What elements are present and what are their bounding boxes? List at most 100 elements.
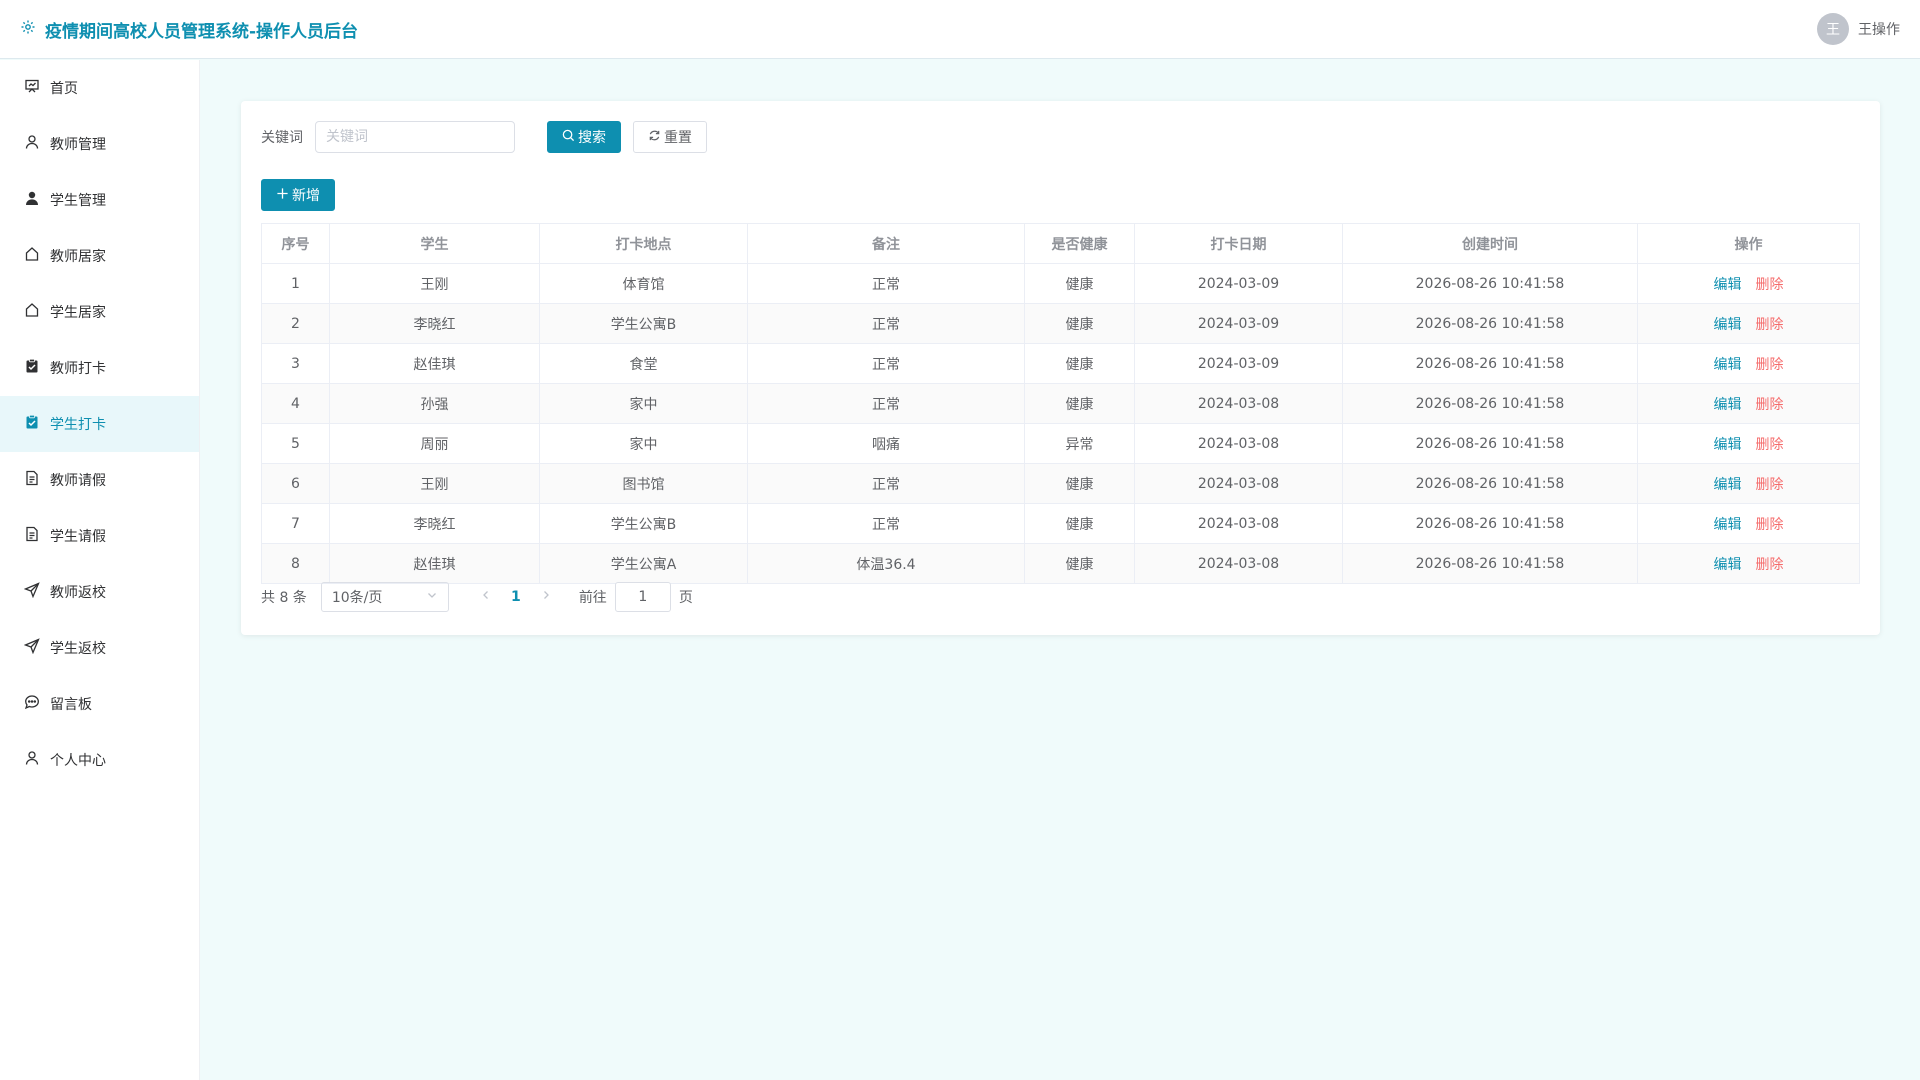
edit-button[interactable]: 编辑 (1714, 397, 1742, 413)
sidebar-item-student-return[interactable]: 学生返校 (0, 620, 199, 676)
row-actions: 编辑 删除 (1637, 503, 1860, 544)
sidebar-item-label: 留言板 (50, 697, 92, 713)
sidebar-item-label: 教师请假 (50, 473, 106, 489)
column-header: 创建时间 (1342, 223, 1638, 264)
table-row: 7 李晓红 学生公寓B 正常 健康 2024-03-08 2026-08-26 … (261, 503, 1860, 544)
column-header: 打卡地点 (539, 223, 748, 264)
sidebar-item-label: 教师管理 (50, 137, 106, 153)
sidebar-item-label: 学生请假 (50, 529, 106, 545)
sidebar-item-message-board[interactable]: 留言板 (0, 676, 199, 732)
reset-button[interactable]: 重置 (633, 121, 707, 153)
house-icon (24, 302, 40, 322)
next-page-button[interactable] (531, 589, 561, 605)
table-cell: 正常 (747, 463, 1025, 504)
user-outline-icon (24, 134, 40, 154)
edit-button[interactable]: 编辑 (1714, 277, 1742, 293)
send-icon (23, 638, 40, 658)
delete-button[interactable]: 删除 (1756, 517, 1784, 533)
column-header: 学生 (329, 223, 540, 264)
table-cell: 王刚 (329, 263, 540, 304)
table-cell: 学生公寓A (539, 543, 748, 584)
table-cell: 4 (261, 383, 330, 424)
app-brand: 疫情期间高校人员管理系统-操作人员后台 (20, 17, 358, 42)
delete-button[interactable]: 删除 (1756, 317, 1784, 333)
delete-button[interactable]: 删除 (1756, 277, 1784, 293)
goto-page-input[interactable] (614, 582, 671, 612)
table-cell: 体温36.4 (747, 543, 1025, 584)
page-number[interactable]: 1 (501, 589, 531, 605)
delete-button[interactable]: 删除 (1756, 397, 1784, 413)
search-icon (562, 129, 575, 146)
send-icon (23, 582, 40, 602)
goto-suffix: 页 (678, 590, 693, 606)
edit-button[interactable]: 编辑 (1714, 477, 1742, 493)
edit-button[interactable]: 编辑 (1714, 437, 1742, 453)
edit-button[interactable]: 编辑 (1714, 317, 1742, 333)
table-cell: 赵佳琪 (329, 543, 540, 584)
table-cell: 正常 (747, 383, 1025, 424)
sidebar-item-teacher-home[interactable]: 教师居家 (0, 228, 199, 284)
table-cell: 3 (261, 343, 330, 384)
sidebar-item-label: 学生居家 (50, 305, 106, 321)
sidebar-item-teacher-return[interactable]: 教师返校 (0, 564, 199, 620)
table-cell: 正常 (747, 303, 1025, 344)
add-button-label: 新增 (292, 188, 320, 204)
sidebar-item-student-leave[interactable]: 学生请假 (0, 508, 199, 564)
table-cell: 健康 (1024, 303, 1135, 344)
table-cell: 1 (261, 263, 330, 304)
table-cell: 家中 (539, 423, 748, 464)
delete-button[interactable]: 删除 (1756, 357, 1784, 373)
table-cell: 2026-08-26 10:41:58 (1342, 423, 1638, 464)
edit-button[interactable]: 编辑 (1714, 517, 1742, 533)
sidebar-item-profile[interactable]: 个人中心 (0, 732, 199, 788)
table-cell: 2026-08-26 10:41:58 (1342, 343, 1638, 384)
table-cell: 2024-03-08 (1134, 383, 1343, 424)
delete-button[interactable]: 删除 (1756, 477, 1784, 493)
table-row: 2 李晓红 学生公寓B 正常 健康 2024-03-09 2026-08-26 … (261, 303, 1860, 344)
table-cell: 周丽 (329, 423, 540, 464)
add-button[interactable]: 新增 (261, 179, 335, 211)
sidebar-item-home[interactable]: 首页 (0, 60, 199, 116)
chat-bubble-icon (24, 694, 40, 714)
table-cell: 7 (261, 503, 330, 544)
keyword-input[interactable] (315, 121, 515, 153)
table-cell: 2026-08-26 10:41:58 (1342, 503, 1638, 544)
plus-icon (276, 187, 289, 204)
sidebar-item-label: 学生管理 (50, 193, 106, 209)
prev-page-button[interactable] (471, 589, 501, 605)
page-size-select[interactable]: 10条/页 (320, 582, 449, 612)
edit-button[interactable]: 编辑 (1714, 357, 1742, 373)
sidebar-item-student-checkin[interactable]: 学生打卡 (0, 396, 199, 452)
table-cell: 2026-08-26 10:41:58 (1342, 383, 1638, 424)
chevron-left-icon (482, 591, 488, 599)
sidebar-item-student-management[interactable]: 学生管理 (0, 172, 199, 228)
user-menu[interactable]: 王 王操作 (1817, 13, 1900, 45)
table-cell: 健康 (1024, 463, 1135, 504)
sidebar-item-label: 学生打卡 (50, 417, 106, 433)
table-cell: 2026-08-26 10:41:58 (1342, 303, 1638, 344)
row-actions: 编辑 删除 (1637, 343, 1860, 384)
avatar[interactable]: 王 (1817, 13, 1849, 45)
table-cell: 健康 (1024, 383, 1135, 424)
table-cell: 正常 (747, 343, 1025, 384)
delete-button[interactable]: 删除 (1756, 437, 1784, 453)
table-cell: 李晓红 (329, 503, 540, 544)
table-cell: 食堂 (539, 343, 748, 384)
document-icon (24, 526, 40, 546)
column-header: 操作 (1637, 223, 1860, 264)
table-cell: 家中 (539, 383, 748, 424)
delete-button[interactable]: 删除 (1756, 557, 1784, 573)
sidebar-item-teacher-checkin[interactable]: 教师打卡 (0, 340, 199, 396)
user-outline-icon (24, 750, 40, 770)
sidebar-item-student-home[interactable]: 学生居家 (0, 284, 199, 340)
chevron-down-icon (426, 589, 438, 605)
search-button[interactable]: 搜索 (547, 121, 621, 153)
checkin-table: 序号 学生 打卡地点 备注 是否健康 打卡日期 创建时间 操作 1 王刚 体育馆… (261, 223, 1860, 584)
sidebar-item-teacher-management[interactable]: 教师管理 (0, 116, 199, 172)
edit-button[interactable]: 编辑 (1714, 557, 1742, 573)
username[interactable]: 王操作 (1858, 19, 1900, 39)
sidebar: 首页 教师管理 学生管理 教师居家 学生居家 教师打卡 学生打卡 教师请假 学生… (0, 60, 200, 1080)
row-actions: 编辑 删除 (1637, 463, 1860, 504)
sidebar-item-teacher-leave[interactable]: 教师请假 (0, 452, 199, 508)
page-size-value: 10条/页 (331, 590, 383, 606)
